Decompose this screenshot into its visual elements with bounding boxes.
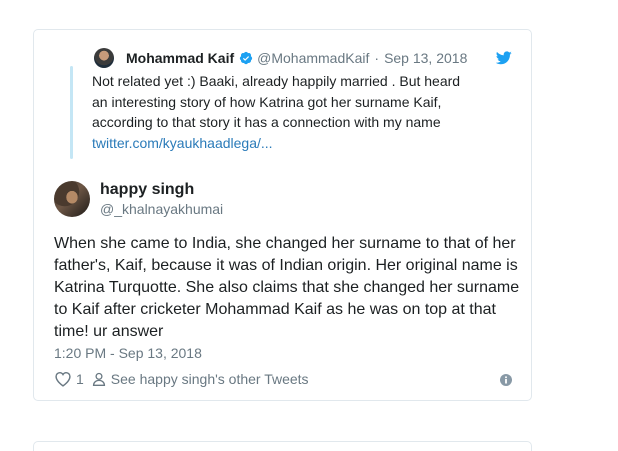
info-icon[interactable] <box>500 374 512 386</box>
person-icon <box>92 372 105 386</box>
quote-bar <box>70 66 73 159</box>
quoted-tweet-link[interactable]: twitter.com/kyaukhaadlega/... <box>92 133 512 154</box>
verified-badge-icon <box>239 51 253 65</box>
author-name[interactable]: happy singh <box>100 181 194 199</box>
quoted-text-line: Not related yet :) Baaki, already happil… <box>92 73 461 89</box>
author-avatar[interactable] <box>54 181 90 217</box>
tweet-timestamp[interactable]: 1:20 PM - Sep 13, 2018 <box>54 345 202 361</box>
quoted-tweet-text[interactable]: Not related yet :) Baaki, already happil… <box>92 71 512 153</box>
twitter-bird-icon[interactable] <box>496 51 512 65</box>
quoted-tweet-date[interactable]: Sep 13, 2018 <box>384 50 467 66</box>
quoted-text-line: according to that story it has a connect… <box>92 114 441 130</box>
quoted-text-line: an interesting story of how Katrina got … <box>92 93 442 110</box>
tweet-card: Mohammad Kaif @MohammadKaif · Sep 13, 20… <box>33 29 532 401</box>
quoted-author-handle[interactable]: @MohammadKaif <box>257 50 369 66</box>
heart-icon[interactable] <box>54 371 72 387</box>
separator-dot: · <box>374 50 380 66</box>
tweet-text: When she came to India, she changed her … <box>54 235 520 340</box>
author-handle[interactable]: @_khalnayakhumai <box>100 201 223 217</box>
other-tweets-link[interactable]: See happy singh's other Tweets <box>111 371 309 387</box>
tweet-actions: 1 See happy singh's other Tweets <box>54 371 309 387</box>
next-tweet-card <box>33 441 532 451</box>
quoted-tweet-header: Mohammad Kaif @MohammadKaif · Sep 13, 20… <box>92 50 467 66</box>
like-count[interactable]: 1 <box>76 371 84 387</box>
quoted-author-name[interactable]: Mohammad Kaif <box>126 50 234 66</box>
